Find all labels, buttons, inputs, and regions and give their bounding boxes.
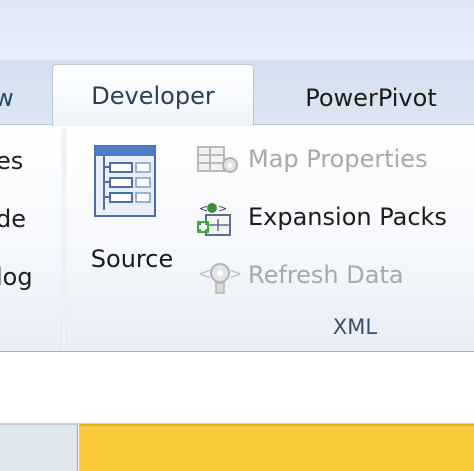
svg-text:<: <	[199, 202, 208, 215]
ribbon-panel: es de log Source Map Proper	[0, 124, 474, 352]
svg-text:<: <	[198, 264, 211, 283]
expansion-packs-button[interactable]: < > Expansion Packs	[196, 197, 472, 241]
tab-developer[interactable]: Developer	[52, 64, 254, 126]
left-group-command-2[interactable]: de	[0, 205, 26, 233]
xml-group-label: XML	[332, 315, 378, 339]
expansion-packs-icon: < >	[197, 202, 231, 236]
tab-view-partial[interactable]: w	[0, 72, 16, 124]
refresh-data-button[interactable]: < > Refresh Data	[196, 255, 472, 299]
row-header[interactable]	[0, 424, 78, 471]
xml-source-icon	[94, 145, 156, 217]
svg-text:>: >	[229, 264, 240, 283]
worksheet-area	[0, 424, 474, 471]
left-group-command-3[interactable]: log	[0, 263, 33, 291]
expansion-packs-label: Expansion Packs	[248, 203, 447, 231]
refresh-data-icon: < >	[198, 263, 240, 294]
group-separator	[62, 129, 66, 349]
refresh-data-label: Refresh Data	[248, 261, 404, 289]
source-label: Source	[90, 245, 174, 273]
map-properties-button[interactable]: Map Properties	[196, 139, 472, 183]
map-properties-label: Map Properties	[248, 145, 428, 173]
selected-cell-highlight[interactable]	[79, 424, 474, 471]
map-properties-icon	[197, 146, 238, 173]
formula-bar-area[interactable]	[0, 352, 474, 424]
left-group-command-1[interactable]: es	[0, 147, 23, 175]
source-button[interactable]: Source	[82, 137, 182, 287]
svg-text:>: >	[218, 202, 227, 215]
tab-powerpivot[interactable]: PowerPivot	[286, 72, 456, 124]
